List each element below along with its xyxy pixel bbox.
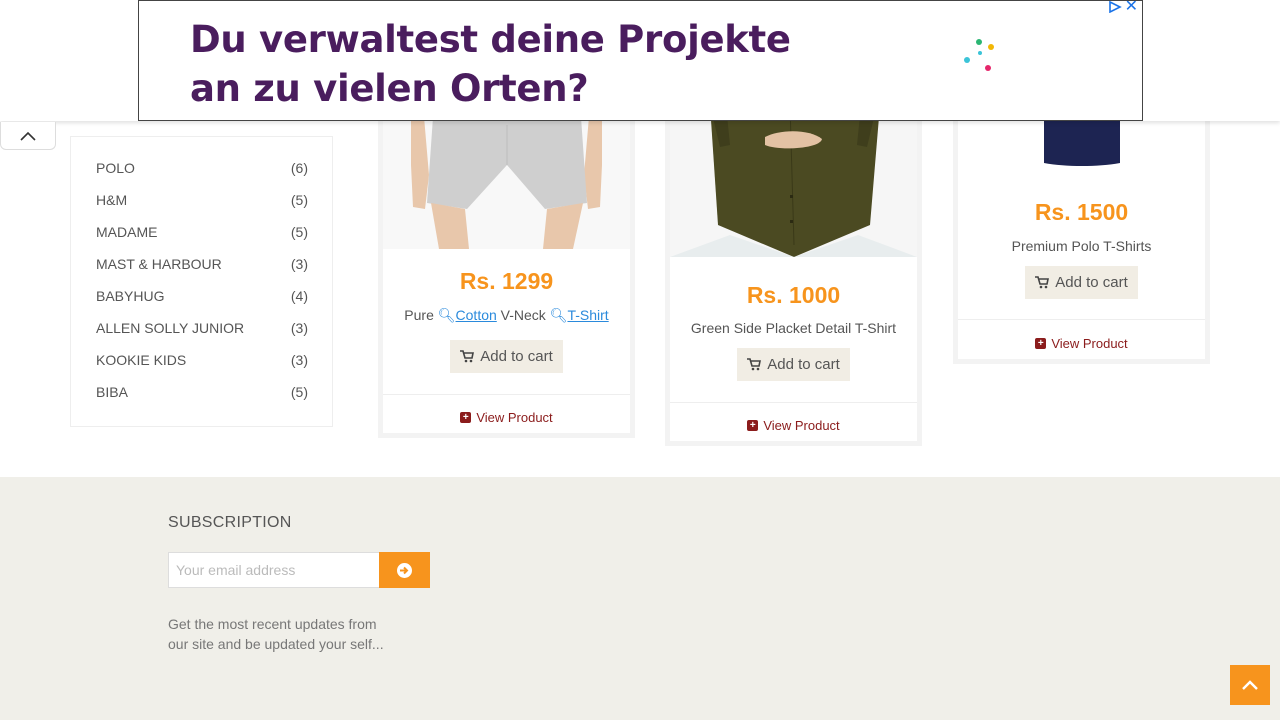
brand-item-allen-solly-junior[interactable]: ALLEN SOLLY JUNIOR (3) — [96, 320, 308, 340]
brand-filter-list: POLO (6) H&M (5) MADAME (5) MAST & HARBO… — [70, 136, 333, 427]
plus-square-icon: + — [1035, 338, 1047, 349]
keyword-link-cotton[interactable]: Cotton — [456, 307, 497, 323]
add-to-cart-label: Add to cart — [767, 356, 840, 373]
add-to-cart-label: Add to cart — [1055, 274, 1128, 291]
footer: SUBSCRIPTION Get the most recent updates… — [0, 477, 1280, 720]
view-product-label: View Product — [476, 410, 553, 425]
brand-count: (5) — [290, 384, 308, 400]
divider — [383, 394, 630, 395]
brand-name: ALLEN SOLLY JUNIOR — [96, 320, 245, 336]
add-to-cart-button[interactable]: Add to cart — [737, 348, 850, 381]
view-product-link[interactable]: + View Product — [958, 336, 1205, 351]
add-to-cart-button[interactable]: Add to cart — [450, 340, 563, 373]
ad-headline-line2: an zu vielen Orten? — [190, 67, 589, 110]
subscription-title: SUBSCRIPTION — [168, 514, 292, 531]
add-to-cart-button[interactable]: Add to cart — [1025, 266, 1138, 299]
view-product-link[interactable]: + View Product — [383, 410, 630, 425]
magnifier-icon: 🔍︎ — [437, 307, 456, 323]
description-line: Get the most recent updates from — [168, 616, 377, 632]
brand-item-biba[interactable]: BIBA (5) — [96, 384, 308, 404]
description-line: our site and be updated your self... — [168, 636, 384, 652]
subscription-description: Get the most recent updates from our sit… — [168, 614, 408, 654]
product-card: Rs. 1000 Green Side Placket Detail T-Shi… — [665, 100, 922, 446]
brand-count: (3) — [290, 352, 308, 368]
email-field[interactable] — [168, 552, 380, 588]
product-price: Rs. 1299 — [459, 268, 554, 294]
product-name[interactable]: Premium Polo T-Shirts — [958, 238, 1205, 254]
brand-name: MADAME — [96, 224, 158, 240]
adchoices-icon[interactable] — [1108, 1, 1122, 13]
brand-count: (4) — [290, 288, 308, 304]
subscribe-button[interactable] — [379, 552, 430, 588]
plus-square-icon: + — [747, 420, 759, 431]
product-name[interactable]: Pure 🔍︎Cotton V-Neck 🔍︎T-Shirt — [383, 307, 630, 324]
brand-item-babyhug[interactable]: BABYHUG (4) — [96, 288, 308, 308]
chevron-up-icon — [20, 131, 36, 141]
product-image[interactable] — [670, 105, 917, 257]
brand-count: (3) — [290, 320, 308, 336]
product-price: Rs. 1500 — [1034, 199, 1129, 225]
product-name-part: V-Neck — [500, 307, 546, 323]
add-to-cart-label: Add to cart — [480, 348, 553, 365]
ad-logo-dots — [961, 37, 1001, 77]
brand-name: H&M — [96, 192, 128, 208]
divider — [958, 319, 1205, 320]
cart-icon — [460, 350, 475, 363]
product-name-part: Pure — [404, 307, 434, 323]
brand-item-hm[interactable]: H&M (5) — [96, 192, 308, 212]
product-name[interactable]: Green Side Placket Detail T-Shirt — [670, 320, 917, 336]
brand-item-kookie-kids[interactable]: KOOKIE KIDS (3) — [96, 352, 308, 372]
cart-icon — [1035, 276, 1050, 289]
ad-headline-line1: Du verwaltest deine Projekte — [190, 18, 791, 61]
keyword-link-tshirt[interactable]: T-Shirt — [567, 307, 608, 323]
brand-count: (5) — [290, 224, 308, 240]
product-card: Rs. 1299 Pure 🔍︎Cotton V-Neck 🔍︎T-Shirt … — [378, 100, 635, 438]
chevron-up-icon — [1242, 680, 1258, 690]
view-product-label: View Product — [1051, 336, 1128, 351]
brand-count: (6) — [290, 160, 308, 176]
brand-item-mast-harbour[interactable]: MAST & HARBOUR (3) — [96, 256, 308, 276]
product-price: Rs. 1000 — [746, 282, 841, 308]
ad-close-icon[interactable]: ✕ — [1125, 1, 1138, 15]
plus-square-icon: + — [460, 412, 472, 423]
product-card: Rs. 1500 Premium Polo T-Shirts Add to ca… — [953, 100, 1210, 364]
ad-banner[interactable]: Du verwaltest deine Projekte an zu viele… — [138, 0, 1143, 121]
brand-name: BABYHUG — [96, 288, 165, 304]
divider — [670, 402, 917, 403]
arrow-circle-right-icon — [397, 562, 412, 578]
brand-name: BIBA — [96, 384, 128, 400]
view-product-label: View Product — [763, 418, 840, 433]
brand-name: MAST & HARBOUR — [96, 256, 222, 272]
ad-headline[interactable]: Du verwaltest deine Projekte an zu viele… — [190, 15, 791, 113]
brand-name: POLO — [96, 160, 135, 176]
scroll-to-top-button[interactable] — [1230, 665, 1270, 705]
brand-count: (3) — [290, 256, 308, 272]
collapse-header-button[interactable] — [0, 122, 56, 150]
brand-item-madame[interactable]: MADAME (5) — [96, 224, 308, 244]
view-product-link[interactable]: + View Product — [670, 418, 917, 433]
brand-item-polo[interactable]: POLO (6) — [96, 160, 308, 180]
brand-count: (5) — [290, 192, 308, 208]
product-image[interactable] — [383, 105, 630, 249]
cart-icon — [747, 358, 762, 371]
magnifier-icon: 🔍︎ — [549, 307, 568, 323]
brand-name: KOOKIE KIDS — [96, 352, 187, 368]
